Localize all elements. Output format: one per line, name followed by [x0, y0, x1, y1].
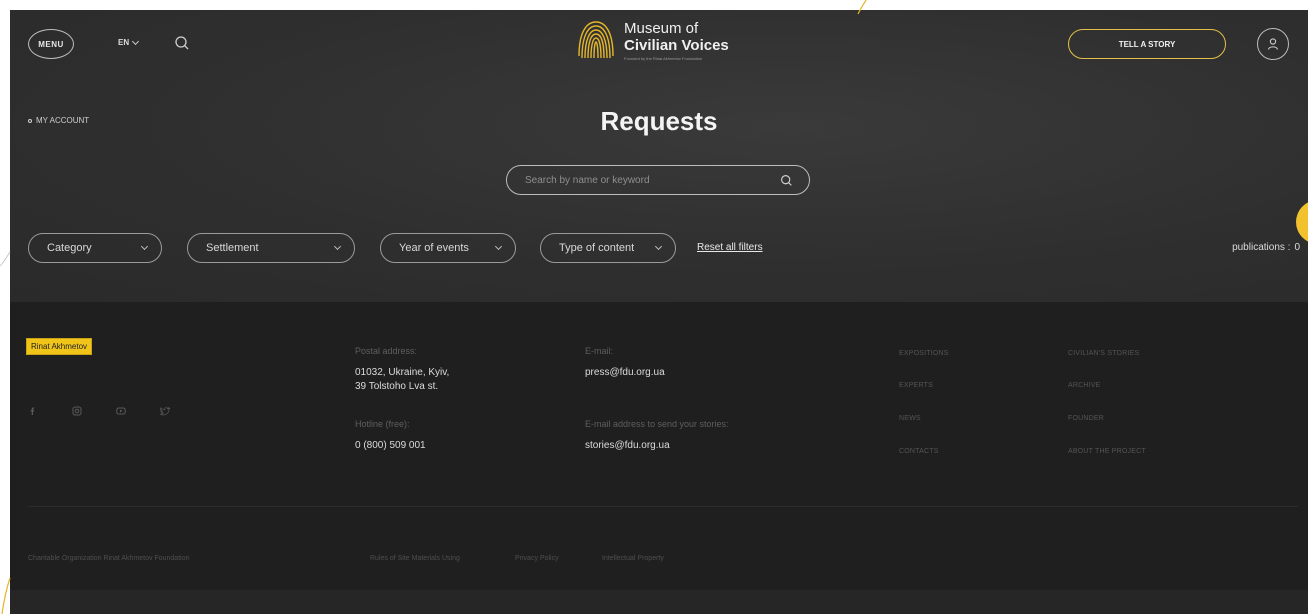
hotline-number[interactable]: 0 (800) 509 001: [355, 439, 426, 453]
logo-text: Museum of Civilian Voices Founded by the…: [624, 20, 729, 62]
publications-count: publications :0: [1232, 242, 1300, 253]
social-links: [28, 406, 170, 416]
chevron-down-icon: [654, 242, 663, 251]
youtube-icon[interactable]: [116, 406, 126, 416]
legal-link-privacy[interactable]: Privacy Policy: [515, 555, 559, 562]
postal-address-line-1: 01032, Ukraine, Kyiv,: [355, 367, 450, 378]
chevron-down-icon: [333, 242, 342, 251]
language-label: EN: [118, 38, 130, 47]
postal-address-label: Postal address:: [355, 346, 418, 356]
publications-value: 0: [1294, 242, 1300, 253]
site-footer: Rinat Akhmetov Postal address: 01032, Uk…: [10, 302, 1308, 590]
postal-address-line-2: 39 Tolstoho Lva st.: [355, 381, 439, 392]
menu-button[interactable]: MENU: [28, 29, 74, 59]
logo-line-2: Civilian Voices: [624, 37, 729, 54]
search-icon[interactable]: [780, 174, 793, 187]
footer-link-archive[interactable]: ARCHIVE: [1068, 382, 1101, 389]
filter-year-of-events[interactable]: Year of events: [380, 233, 516, 263]
filter-type-of-content[interactable]: Type of content: [540, 233, 676, 263]
facebook-icon[interactable]: [28, 406, 38, 416]
logo-line-1: Museum of: [624, 20, 699, 37]
footer-link-about[interactable]: ABOUT THE PROJECT: [1068, 448, 1146, 455]
search-icon[interactable]: [174, 35, 190, 51]
search-field[interactable]: [506, 165, 810, 195]
app-frame: MENU EN Museum of Civilian Voices Founde…: [10, 10, 1308, 614]
twitter-icon[interactable]: [160, 406, 170, 416]
hotline-label: Hotline (free):: [355, 419, 410, 429]
filter-settlement[interactable]: Settlement: [187, 233, 355, 263]
chevron-down-icon: [140, 242, 149, 251]
footer-divider: [28, 506, 1298, 507]
user-icon: [1267, 38, 1279, 50]
site-logo[interactable]: Museum of Civilian Voices Founded by the…: [576, 18, 729, 64]
publications-label: publications :: [1232, 242, 1291, 253]
chevron-down-icon: [132, 37, 140, 45]
filter-label: Type of content: [559, 242, 635, 254]
logo-tagline: Founded by the Rinat Akhmetov Foundation: [624, 56, 703, 61]
stories-email-label: E-mail address to send your stories:: [585, 419, 729, 429]
language-selector[interactable]: EN: [118, 37, 140, 47]
footer-link-civilians-stories[interactable]: CIVILIAN'S STORIES: [1068, 350, 1139, 357]
copyright-text: Charitable Organization Rinat Akhmetov F…: [28, 555, 190, 562]
user-account-button[interactable]: [1257, 28, 1289, 60]
legal-link-rules[interactable]: Rules of Site Materials Using: [370, 555, 460, 562]
filter-label: Category: [47, 242, 92, 254]
tell-a-story-button[interactable]: TELL A STORY: [1068, 29, 1226, 59]
footer-link-founder[interactable]: FOUNDER: [1068, 415, 1104, 422]
stories-email-link[interactable]: stories@fdu.org.ua: [585, 439, 670, 453]
email-link[interactable]: press@fdu.org.ua: [585, 366, 665, 380]
instagram-icon[interactable]: [72, 406, 82, 416]
filter-category[interactable]: Category: [28, 233, 162, 263]
reset-filters-link[interactable]: Reset all filters: [697, 242, 763, 253]
bottom-strip: [10, 590, 1308, 614]
chevron-down-icon: [494, 242, 503, 251]
footer-link-news[interactable]: NEWS: [899, 415, 921, 422]
main-section: MENU EN Museum of Civilian Voices Founde…: [10, 10, 1308, 302]
footer-link-experts[interactable]: EXPERTS: [899, 382, 933, 389]
founder-logo-badge[interactable]: Rinat Akhmetov: [26, 338, 93, 355]
footer-link-expositions[interactable]: EXPOSITIONS: [899, 350, 949, 357]
legal-link-intellectual-property[interactable]: Intellectual Property: [602, 555, 664, 562]
fingerprint-logo-icon: [578, 21, 614, 59]
decorative-yellow-circle: [1296, 200, 1308, 244]
footer-link-contacts[interactable]: CONTACTS: [899, 448, 939, 455]
filter-label: Year of events: [399, 242, 469, 254]
filter-label: Settlement: [206, 242, 259, 254]
email-label: E-mail:: [585, 346, 614, 356]
search-input[interactable]: [525, 174, 745, 186]
page-title: Requests: [600, 106, 718, 136]
